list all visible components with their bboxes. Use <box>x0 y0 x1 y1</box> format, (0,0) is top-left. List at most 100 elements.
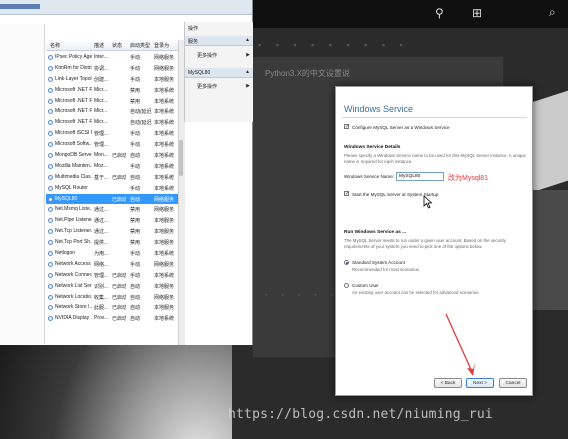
gear-icon <box>48 142 53 148</box>
run-as-text: requirements of your system you need to … <box>344 244 483 249</box>
service-description: 通过... <box>94 218 108 225</box>
column-logon-as[interactable]: 登录为 <box>154 42 169 49</box>
service-logon-as: 本地系统 <box>154 87 175 94</box>
details-text: name is required for each instance. <box>344 159 413 164</box>
windows-icon: ⊞ <box>472 6 483 20</box>
service-description: 网络... <box>94 261 108 268</box>
service-row[interactable]: Microsoft iSCSI I...管理... 手动 本地系统 <box>46 128 181 139</box>
gear-icon <box>48 174 53 180</box>
service-description: 提供... <box>94 240 108 247</box>
gear-icon <box>48 87 53 93</box>
gear-icon <box>48 109 53 115</box>
gear-icon <box>48 261 53 267</box>
custom-user-radio[interactable] <box>344 283 349 288</box>
service-row[interactable]: MySQL Router 手动 本地系统 <box>46 183 181 194</box>
service-row[interactable]: KtmRm for Distri... 协调... 手动 网络服务 <box>46 63 181 74</box>
gear-icon <box>48 120 53 126</box>
service-startup-type: 禁用 <box>130 218 141 225</box>
service-startup-type: 自动(延迟... <box>130 120 152 127</box>
service-row[interactable]: Microsoft Softw... 管理... 手动 本地系统 <box>46 139 181 150</box>
service-name: Net.Tcp Listener... <box>55 228 92 235</box>
chevron-up-icon: ▲ <box>245 37 250 43</box>
services-scrollbar-thumb[interactable] <box>179 140 183 176</box>
divider <box>342 117 527 118</box>
service-status: 已启动 <box>112 196 126 203</box>
service-startup-type: 自动 <box>130 316 141 323</box>
service-row[interactable]: Network Store I... 此服... 已启动 自动 本地服务 <box>46 302 181 313</box>
service-logon-as: 本地系统 <box>154 185 175 192</box>
service-startup-type: 手动 <box>130 131 141 138</box>
service-name: MySQL80 <box>55 195 78 202</box>
service-name: Netlogon <box>55 250 76 257</box>
service-logon-as: 本地系统 <box>154 316 175 323</box>
start-at-startup-checkbox[interactable]: ✓ <box>344 191 349 197</box>
gear-icon <box>48 55 53 60</box>
service-row[interactable]: Netlogon 为用... 手动 本地系统 <box>46 248 181 259</box>
configure-service-checkbox[interactable]: ✓ <box>344 124 349 130</box>
service-row[interactable]: Microsoft .NET F...Micr... 自动(延迟...本地系统 <box>46 117 181 128</box>
service-row[interactable]: Microsoft .NET F... Micr... 禁用 本地系统 <box>46 96 181 107</box>
actions-pane: 操作 服务 ▲ 更多操作 ▶ MySQL80 ▲ 更多操作 ▶ <box>184 22 253 122</box>
service-name: Microsoft .NET F... <box>55 97 92 104</box>
service-startup-type: 自动 <box>130 283 141 290</box>
column-status[interactable]: 状态 <box>112 42 122 49</box>
service-startup-type: 自动(延迟... <box>130 109 152 116</box>
service-status: 已启动 <box>112 294 126 301</box>
service-row[interactable]: Microsoft .NET F...Micr... 自动(延迟...本地系统 <box>46 106 181 117</box>
service-description: 收集... <box>94 294 108 301</box>
service-row[interactable]: Net.Tcp Listener... 通过... 禁用 本地服务 <box>46 226 181 237</box>
service-row[interactable]: Network List Ser... 识别... 已启动 自动 本地服务 <box>46 281 181 292</box>
service-row[interactable]: Net.Tcp Port Sh... 提供... 禁用 本地服务 <box>46 237 181 248</box>
service-row[interactable]: Mozilla Mainten... Moz... 手动 本地系统 <box>46 161 181 172</box>
service-name: Net.Tcp Port Sh... <box>55 239 92 246</box>
service-logon-as: 网络服务 <box>154 294 175 301</box>
service-description: Mon... <box>94 152 108 159</box>
service-row[interactable]: Network Locatio... 收集... 已启动 自动 网络服务 <box>46 292 181 303</box>
service-row[interactable]: Link-Layer Topol... 创建... 手动 本地服务 <box>46 74 181 85</box>
column-name[interactable]: 名称 <box>50 42 60 49</box>
gear-icon <box>48 163 53 169</box>
service-description: 通过... <box>94 207 108 214</box>
column-description[interactable]: 描述 <box>94 42 104 49</box>
service-row[interactable]: MySQL80 已启动 自动 网络服务 <box>46 193 181 205</box>
service-name: Microsoft .NET F... <box>55 119 92 126</box>
gear-icon <box>48 240 53 246</box>
actions-section-mysql80[interactable]: MySQL80 ▲ <box>185 68 253 78</box>
more-actions-link[interactable]: 更多操作 <box>197 52 217 59</box>
service-logon-as: 本地系统 <box>154 120 175 127</box>
service-row[interactable]: Microsoft .NET F... Micr... 禁用 本地系统 <box>46 85 181 96</box>
service-logon-as: 本地系统 <box>154 174 175 181</box>
service-row[interactable]: Net.Pipe Listene... 通过... 禁用 本地服务 <box>46 215 181 226</box>
service-name: Network Store I... <box>55 304 92 311</box>
service-row[interactable]: IPsec Policy AgentInter... 手动 网络服务 <box>46 52 181 63</box>
service-startup-type: 禁用 <box>130 229 141 236</box>
service-startup-type: 自动 <box>130 294 141 301</box>
service-row[interactable]: MongoDB Server Mon... 已启动 自动 本地系统 <box>46 150 181 161</box>
service-name: Network Locatio... <box>55 293 92 300</box>
service-row[interactable]: Multimedia Clas... 基于... 已启动 自动 本地系统 <box>46 172 181 183</box>
service-name: Network List Ser... <box>55 282 92 289</box>
chevron-right-icon: ▶ <box>246 83 250 89</box>
column-startup-type[interactable]: 启动类型 <box>130 42 150 49</box>
service-row[interactable]: Network Access ...网络... 手动 网络服务 <box>46 259 181 270</box>
more-actions-link[interactable]: 更多操作 <box>197 83 217 90</box>
service-logon-as: 网络服务 <box>154 261 175 268</box>
gear-icon <box>48 305 53 311</box>
service-row[interactable]: Network Connec...管理... 已启动手动 本地系统 <box>46 270 181 281</box>
service-row[interactable]: Net.Msmq Liste... 通过... 禁用 网络服务 <box>46 204 181 215</box>
actions-section-services[interactable]: 服务 ▲ <box>185 36 253 46</box>
service-startup-type: 手动 <box>130 261 141 268</box>
service-name-input[interactable]: MySQL80 <box>396 172 444 181</box>
service-row[interactable]: NVIDIA Display ... Prov... 已启动 自动 本地系统 <box>46 313 181 324</box>
standard-account-radio[interactable] <box>344 260 349 265</box>
gear-icon <box>48 98 53 104</box>
service-startup-type: 禁用 <box>130 207 141 214</box>
gear-icon <box>48 65 53 71</box>
service-startup-type: 自动 <box>130 174 141 181</box>
gear-icon <box>48 218 53 224</box>
service-description: 管理... <box>94 131 108 138</box>
service-startup-type: 禁用 <box>130 98 141 105</box>
gear-icon <box>48 316 53 322</box>
service-description: Prov... <box>94 315 108 322</box>
cancel-button[interactable]: Cancel <box>499 378 527 388</box>
